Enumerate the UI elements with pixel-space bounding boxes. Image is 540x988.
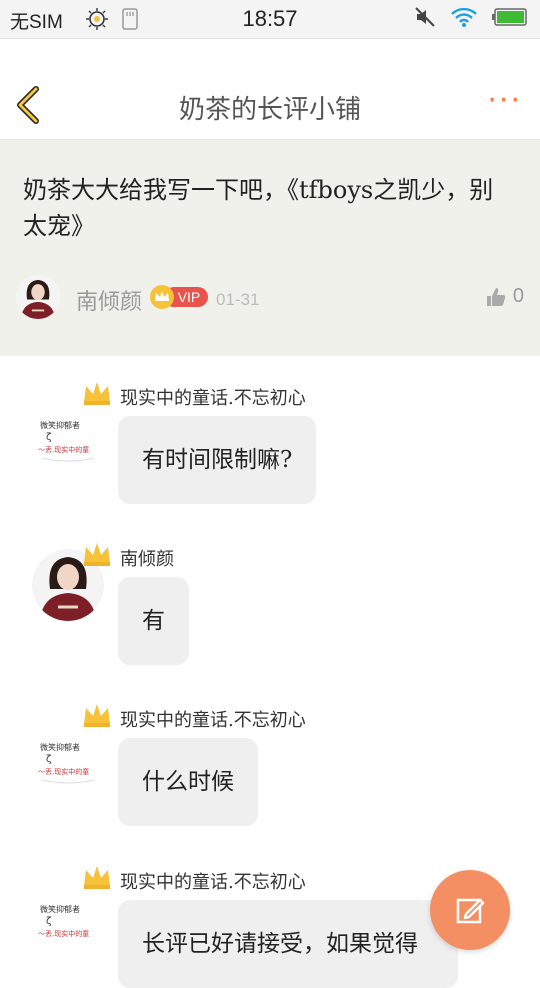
- compose-button[interactable]: [430, 870, 510, 950]
- system-icons: [414, 6, 528, 28]
- crown-icon: [84, 704, 110, 727]
- svg-text:ζ: ζ: [46, 916, 51, 927]
- crown-icon: [84, 382, 110, 405]
- mute-icon: [415, 7, 435, 27]
- crown-icon: [150, 285, 174, 309]
- app-header: 奶茶的长评小铺 ···: [0, 39, 540, 140]
- avatar[interactable]: 微笑抑郁者 ζ ～丢.现实中的童: [32, 400, 104, 472]
- post-date: 01-31: [216, 290, 260, 309]
- thumbs-up-icon: [486, 287, 506, 306]
- author-name[interactable]: 南倾颜: [76, 284, 142, 316]
- sender-name[interactable]: 现实中的童话.不忘初心: [120, 384, 306, 410]
- like-button[interactable]: 0: [485, 285, 524, 308]
- svg-text:微笑抑郁者: 微笑抑郁者: [40, 904, 80, 914]
- text-avatar-image: 微笑抑郁者 ζ ～丢.现实中的童: [32, 722, 104, 794]
- status-bar: 无SIM 18:57: [0, 0, 540, 39]
- crown-icon: [84, 543, 110, 566]
- svg-text:～丢.现实中的童: ～丢.现实中的童: [38, 929, 89, 938]
- avatar[interactable]: [16, 275, 60, 319]
- wifi-icon: [451, 7, 477, 27]
- question-card: 奶茶大大给我写一下吧，《tfboys之凯少，别太宠》 南倾颜 VIP 01-31…: [0, 140, 540, 356]
- page-title: 奶茶的长评小铺: [178, 95, 361, 125]
- text-avatar-image: 微笑抑郁者 ζ ～丢.现实中的童: [32, 400, 104, 472]
- svg-text:ζ: ζ: [46, 754, 51, 765]
- more-icon: ···: [487, 83, 522, 118]
- question-text: 奶茶大大给我写一下吧，《tfboys之凯少，别太宠》: [23, 176, 494, 240]
- message-bubble[interactable]: 有时间限制嘛?: [118, 416, 317, 504]
- svg-text:微笑抑郁者: 微笑抑郁者: [40, 742, 80, 752]
- avatar[interactable]: 微笑抑郁者 ζ ～丢.现实中的童: [32, 884, 104, 956]
- message-bubble[interactable]: 什么时候: [118, 738, 258, 826]
- svg-text:微笑抑郁者: 微笑抑郁者: [40, 420, 80, 430]
- svg-text:ζ: ζ: [46, 432, 51, 443]
- svg-text:～丢.现实中的童: ～丢.现实中的童: [38, 767, 89, 776]
- avatar[interactable]: 微笑抑郁者 ζ ～丢.现实中的童: [32, 722, 104, 794]
- message-bubble[interactable]: 有: [118, 577, 189, 665]
- sender-name[interactable]: 南倾颜: [120, 545, 174, 571]
- like-count: 0: [512, 285, 524, 307]
- text-avatar-image: 微笑抑郁者 ζ ～丢.现实中的童: [32, 884, 104, 956]
- photo-avatar-image: [16, 275, 60, 319]
- more-button[interactable]: ···: [487, 86, 522, 116]
- message-bubble[interactable]: 长评已好请接受，如果觉得: [118, 900, 458, 988]
- battery-icon: [492, 8, 527, 26]
- crown-icon: [84, 866, 110, 889]
- sender-name[interactable]: 现实中的童话.不忘初心: [120, 868, 306, 894]
- svg-text:～丢.现实中的童: ～丢.现实中的童: [38, 445, 89, 454]
- edit-icon: [456, 898, 485, 924]
- vip-badge: VIP: [150, 285, 208, 309]
- sender-name[interactable]: 现实中的童话.不忘初心: [120, 706, 306, 732]
